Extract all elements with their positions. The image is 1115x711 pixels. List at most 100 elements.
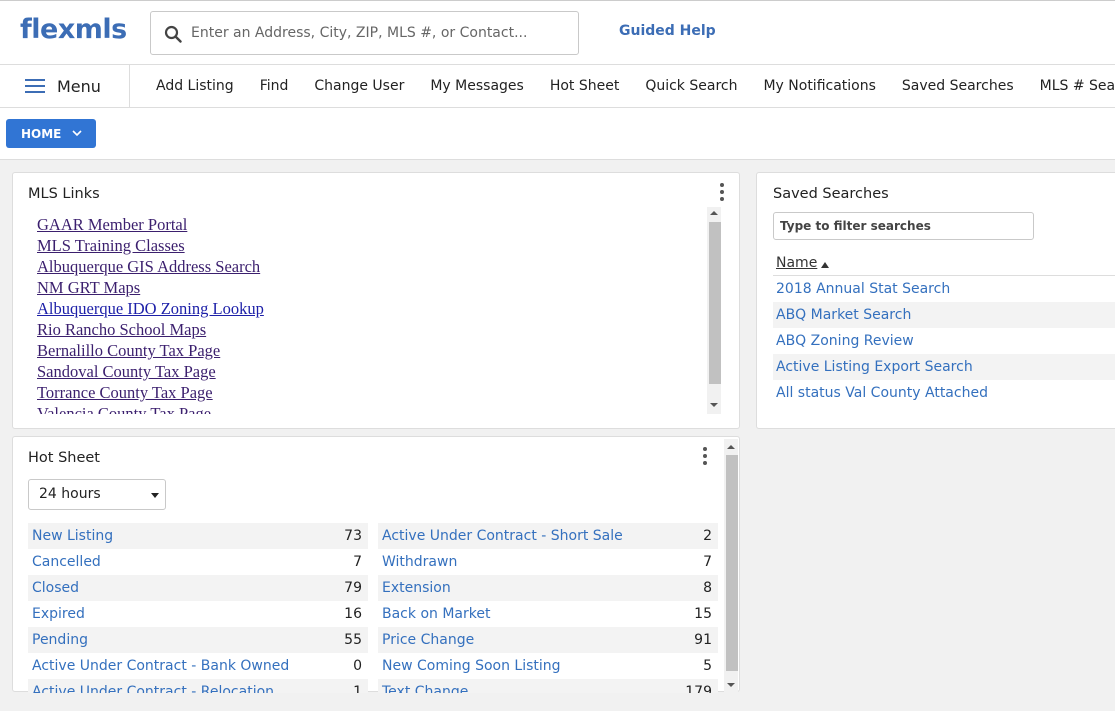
hot-sheet-row[interactable]: Text Change 179 (378, 679, 718, 693)
hot-sheet-row[interactable]: Back on Market 15 (378, 601, 718, 627)
sort-ascending-icon (821, 262, 829, 268)
nav-hot-sheet[interactable]: Hot Sheet (537, 65, 633, 107)
home-dropdown-button[interactable]: HOME (6, 119, 96, 148)
nav-change-user[interactable]: Change User (301, 65, 417, 107)
hot-sheet-row[interactable]: Extension 8 (378, 575, 718, 601)
mls-link[interactable]: Valencia County Tax Page (37, 403, 707, 414)
hot-sheet-label[interactable]: Expired (32, 606, 85, 622)
hot-sheet-row[interactable]: Withdrawn 7 (378, 549, 718, 575)
mls-link[interactable]: MLS Training Classes (37, 235, 707, 256)
hot-sheet-label[interactable]: Price Change (382, 632, 474, 648)
hot-sheet-count: 79 (344, 580, 362, 596)
hot-sheet-count: 5 (703, 658, 712, 674)
hot-sheet-count: 0 (353, 658, 362, 674)
mls-link[interactable]: Bernalillo County Tax Page (37, 340, 707, 361)
nav-my-notifications[interactable]: My Notifications (750, 65, 888, 107)
hot-sheet-count: 7 (353, 554, 362, 570)
mls-link[interactable]: Sandoval County Tax Page (37, 361, 707, 382)
mls-link[interactable]: GAAR Member Portal (37, 214, 707, 235)
mls-links-list: GAAR Member Portal MLS Training Classes … (37, 214, 707, 414)
hot-sheet-row[interactable]: New Listing 73 (28, 523, 368, 549)
nav-add-listing[interactable]: Add Listing (143, 65, 247, 107)
scroll-thumb[interactable] (709, 222, 721, 384)
hot-sheet-count: 7 (703, 554, 712, 570)
name-column-label[interactable]: Name (776, 255, 817, 271)
chevron-down-icon (72, 130, 82, 137)
hot-sheet-count: 16 (344, 606, 362, 622)
scroll-down-arrow-icon[interactable] (727, 683, 735, 687)
saved-search-item[interactable]: ABQ Market Search (773, 302, 1115, 328)
hot-sheet-count: 73 (344, 528, 362, 544)
saved-searches-panel: Saved Searches Name 2018 Annual Stat Sea… (756, 172, 1115, 429)
hot-sheet-count: 8 (703, 580, 712, 596)
hot-sheet-label[interactable]: Withdrawn (382, 554, 457, 570)
hot-sheet-title: Hot Sheet (28, 450, 100, 466)
hot-sheet-label[interactable]: Cancelled (32, 554, 101, 570)
menu-button[interactable]: Menu (0, 65, 130, 107)
hot-sheet-label[interactable]: Back on Market (382, 606, 490, 622)
global-search-input[interactable] (191, 22, 571, 44)
scroll-up-arrow-icon[interactable] (710, 211, 718, 215)
mls-link[interactable]: Rio Rancho School Maps (37, 319, 707, 340)
mls-links-scrollbar[interactable] (707, 207, 721, 414)
hot-sheet-row[interactable]: Cancelled 7 (28, 549, 368, 575)
hot-sheet-label[interactable]: New Listing (32, 528, 113, 544)
saved-searches-title: Saved Searches (773, 186, 889, 202)
hot-sheet-row[interactable]: Active Under Contract - Bank Owned 0 (28, 653, 368, 679)
hot-sheet-row[interactable]: Pending 55 (28, 627, 368, 653)
saved-search-item[interactable]: All status Val County Attached (773, 380, 1115, 406)
hot-sheet-label[interactable]: Active Under Contract - Relocation (32, 684, 274, 693)
hot-sheet-count: 179 (685, 684, 712, 693)
hot-sheet-panel: Hot Sheet 24 hours New Listing 73 Cancell… (12, 436, 740, 693)
scroll-thumb[interactable] (726, 455, 738, 671)
hot-sheet-right-column: Active Under Contract - Short Sale 2 With… (378, 523, 718, 693)
hot-sheet-scrollbar[interactable] (724, 439, 738, 693)
hot-sheet-count: 2 (703, 528, 712, 544)
hot-sheet-label[interactable]: Text Change (382, 684, 468, 693)
hot-sheet-menu-icon[interactable] (702, 447, 708, 467)
scroll-up-arrow-icon[interactable] (727, 445, 735, 449)
mls-link[interactable]: NM GRT Maps (37, 277, 707, 298)
name-column-header[interactable]: Name (773, 251, 1115, 276)
hot-sheet-count: 15 (694, 606, 712, 622)
hot-sheet-count: 1 (353, 684, 362, 693)
nav-saved-searches[interactable]: Saved Searches (889, 65, 1027, 107)
guided-help-link[interactable]: Guided Help (619, 23, 716, 39)
hot-sheet-left-column: New Listing 73 Cancelled 7 Closed 79 Expire… (28, 523, 368, 693)
saved-search-item[interactable]: Active Listing Export Search (773, 354, 1115, 380)
mls-link[interactable]: Albuquerque IDO Zoning Lookup (37, 298, 707, 319)
home-button-label: HOME (21, 127, 62, 141)
hot-sheet-count: 55 (344, 632, 362, 648)
menu-label: Menu (57, 77, 101, 96)
hot-sheet-label[interactable]: New Coming Soon Listing (382, 658, 561, 674)
hot-sheet-row[interactable]: Active Under Contract - Relocation 1 (28, 679, 368, 693)
hot-sheet-row[interactable]: Price Change 91 (378, 627, 718, 653)
mls-links-menu-icon[interactable] (719, 183, 725, 203)
hot-sheet-label[interactable]: Closed (32, 580, 79, 596)
saved-searches-filter-input[interactable] (773, 212, 1034, 240)
hot-sheet-row[interactable]: Active Under Contract - Short Sale 2 (378, 523, 718, 549)
nav-quick-search[interactable]: Quick Search (632, 65, 750, 107)
flexmls-logo[interactable]: flexmls (20, 14, 127, 45)
hot-sheet-label[interactable]: Pending (32, 632, 88, 648)
hot-sheet-row[interactable]: Closed 79 (28, 575, 368, 601)
nav-my-messages[interactable]: My Messages (417, 65, 536, 107)
hot-sheet-label[interactable]: Active Under Contract - Bank Owned (32, 658, 289, 674)
nav-mls-number-search[interactable]: MLS # Search (1027, 65, 1115, 107)
mls-link[interactable]: Albuquerque GIS Address Search (37, 256, 707, 277)
hamburger-icon (25, 79, 45, 93)
saved-search-item[interactable]: 2018 Annual Stat Search (773, 276, 1115, 302)
scroll-down-arrow-icon[interactable] (710, 403, 718, 407)
global-search-box[interactable] (150, 11, 579, 55)
nav-items: Add Listing Find Change User My Messages… (143, 65, 1115, 107)
saved-search-item[interactable]: ABQ Zoning Review (773, 328, 1115, 354)
hot-sheet-row[interactable]: Expired 16 (28, 601, 368, 627)
hot-sheet-label[interactable]: Extension (382, 580, 451, 596)
search-icon (164, 25, 182, 43)
hot-sheet-period-select[interactable]: 24 hours (28, 479, 166, 510)
nav-find[interactable]: Find (247, 65, 302, 107)
hot-sheet-label[interactable]: Active Under Contract - Short Sale (382, 528, 623, 544)
hot-sheet-row[interactable]: New Coming Soon Listing 5 (378, 653, 718, 679)
mls-link[interactable]: Torrance County Tax Page (37, 382, 707, 403)
mls-links-title: MLS Links (28, 186, 100, 202)
